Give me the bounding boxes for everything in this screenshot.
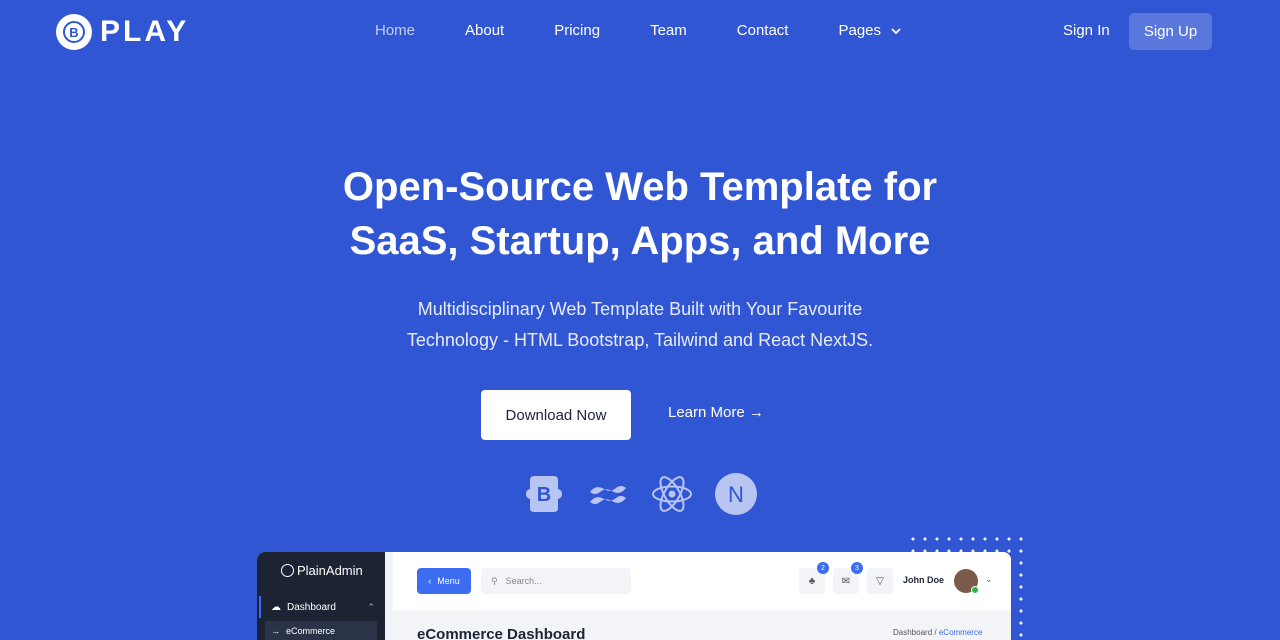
site-header: B PLAY Home About Pricing Team Contact P… — [0, 0, 1280, 64]
nav-team[interactable]: Team — [650, 22, 687, 39]
nav-pricing[interactable]: Pricing — [554, 22, 600, 39]
logo-text: PLAY — [100, 15, 190, 48]
filter-icon: ▽ — [876, 575, 884, 587]
preview-brand: PlainAdmin — [281, 563, 363, 578]
preview-topbar: ‹ Menu ⚲ Search... ♣ 2 ✉ 3 ▽ John Doe ⌄ — [393, 552, 1011, 610]
preview-notification: ♣ 2 — [799, 562, 829, 594]
chevron-up-icon: ⌃ — [367, 601, 375, 612]
main-nav: Home About Pricing Team Contact Pages — [375, 22, 953, 39]
preview-menu-button: ‹ Menu — [417, 568, 471, 594]
chevron-down-icon — [891, 27, 901, 34]
logo-letter: B — [63, 21, 85, 43]
preview-crumb-sep: / — [934, 628, 937, 637]
preview-crumb-root: Dashboard — [893, 628, 933, 637]
tailwind-icon[interactable] — [586, 472, 630, 516]
bell-icon: ♣ — [808, 575, 816, 587]
preview-sidebar-ecommerce: → eCommerce — [265, 621, 377, 640]
hero-title-line1: Open-Source Web Template for — [342, 165, 938, 209]
nextjs-icon[interactable]: N — [714, 472, 758, 516]
hero-title-line2: SaaS, Startup, Apps, and More — [349, 219, 931, 263]
download-now-button[interactable]: Download Now — [481, 390, 631, 440]
tech-icons: B N — [522, 472, 758, 516]
logo[interactable]: B PLAY — [56, 14, 189, 50]
preview-sidebar: PlainAdmin ☁ Dashboard ⌃ → eCommerce — [257, 552, 385, 640]
preview-sidebar-dashboard: ☁ Dashboard ⌃ — [259, 596, 385, 618]
sign-in-link[interactable]: Sign In — [1063, 22, 1110, 39]
preview-menu-label: Menu — [437, 576, 460, 586]
logo-badge: B — [56, 14, 92, 50]
hero-subtitle-line2: Technology - HTML Bootstrap, Tailwind an… — [406, 330, 874, 350]
preview-filter: ▽ — [867, 568, 893, 594]
preview-page-title: eCommerce Dashboard — [417, 626, 586, 640]
preview-sidebar-ecommerce-label: eCommerce — [286, 626, 336, 636]
search-icon: ⚲ — [491, 575, 498, 586]
preview-crumb-current: eCommerce — [938, 628, 983, 637]
preview-user-name: John Doe — [903, 575, 945, 585]
learn-more-link[interactable]: Learn More → — [668, 404, 764, 421]
nav-home[interactable]: Home — [375, 22, 415, 39]
react-icon[interactable] — [650, 472, 694, 516]
svg-text:N: N — [728, 482, 744, 507]
preview-search: ⚲ Search... — [481, 568, 631, 594]
cloud-icon: ☁ — [271, 601, 281, 613]
nav-pages-label: Pages — [838, 22, 882, 39]
preview-brand-text: PlainAdmin — [297, 563, 363, 578]
preview-brand-icon — [281, 564, 294, 577]
arrow-right-icon: → — [271, 626, 280, 636]
preview-search-placeholder: Search... — [505, 576, 542, 586]
hero-subtitle-line1: Multidisciplinary Web Template Built wit… — [417, 299, 863, 319]
avatar — [954, 569, 979, 594]
mail-icon: ✉ — [841, 575, 851, 587]
online-indicator — [971, 586, 979, 594]
preview-mail-badge: 3 — [851, 562, 863, 574]
chevron-down-icon: ⌄ — [985, 574, 993, 584]
dashboard-preview: PlainAdmin ☁ Dashboard ⌃ → eCommerce ‹ M… — [257, 552, 1011, 640]
preview-breadcrumb: Dashboard / eCommerce — [893, 628, 982, 637]
nav-pages[interactable]: Pages — [838, 22, 903, 39]
preview-notif-badge: 2 — [817, 562, 829, 574]
hero-title: Open-Source Web Template for SaaS, Start… — [240, 160, 1040, 268]
preview-sidebar-dashboard-label: Dashboard — [287, 601, 336, 613]
sign-up-button[interactable]: Sign Up — [1129, 13, 1212, 50]
preview-mail: ✉ 3 — [833, 562, 863, 594]
nav-contact[interactable]: Contact — [737, 22, 789, 39]
chevron-left-icon: ‹ — [428, 576, 432, 586]
nav-about[interactable]: About — [465, 22, 504, 39]
bootstrap-icon[interactable]: B — [522, 472, 566, 516]
hero-subtitle: Multidisciplinary Web Template Built wit… — [340, 294, 940, 356]
svg-text:B: B — [537, 484, 551, 506]
